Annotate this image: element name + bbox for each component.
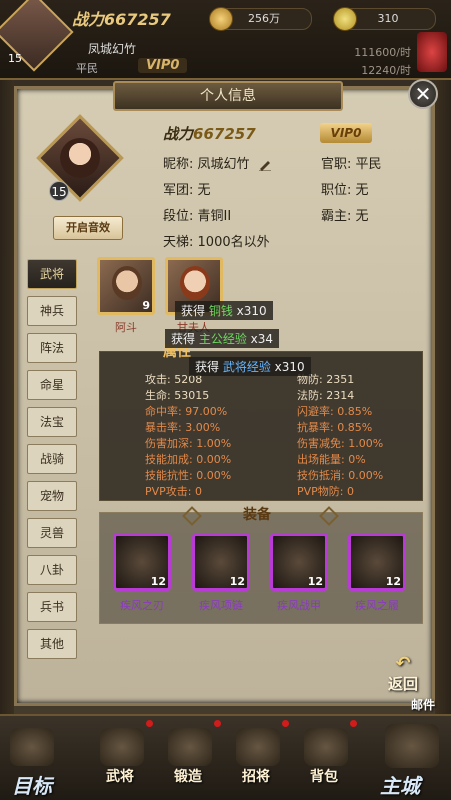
coin-icon: [209, 7, 233, 31]
office-row: 官职: 平民: [321, 157, 382, 172]
close-button[interactable]: ✕: [408, 79, 438, 109]
return-arrow-icon: ↶: [395, 653, 411, 674]
backpack-icon: [304, 728, 348, 766]
notification-dot: [214, 720, 221, 727]
nav-forge[interactable]: 锻造: [174, 766, 202, 786]
forge-icon: [168, 728, 212, 766]
hero-nav-icon: [100, 728, 144, 766]
attr-hit: 命中率: 97.00%: [145, 405, 228, 418]
attr-skill-resist: 技能抗性: 0.00%: [145, 469, 232, 482]
equip-name: 疾风之履: [355, 599, 399, 612]
nav-main-city[interactable]: 主城: [380, 770, 420, 799]
equip-slot-blade[interactable]: 12: [113, 533, 171, 591]
city-icon: [385, 724, 439, 768]
nav-recruit[interactable]: 招将: [242, 766, 270, 786]
attr-dmg-boost: 伤害加深: 1.00%: [145, 437, 232, 450]
edit-pencil-icon[interactable]: [258, 159, 272, 171]
position-row: 职位: 无: [321, 183, 369, 198]
ladder-row: 天梯: 1000名以外: [163, 235, 270, 250]
category-tabs: 武将 神兵 阵法 命星 法宝 战骑 宠物 灵兽 八卦 兵书 其他: [27, 259, 79, 666]
gold-resource[interactable]: 310: [333, 7, 436, 31]
player-level: 15: [8, 52, 22, 65]
equip-slot-armor[interactable]: 12: [270, 533, 328, 591]
tab-mount[interactable]: 战骑: [27, 444, 77, 474]
portrait-level: 15: [49, 181, 69, 201]
attr-entry-energy: 出场能量: 0%: [297, 453, 366, 466]
tab-other[interactable]: 其他: [27, 629, 77, 659]
right-border-deco: [435, 80, 451, 720]
bottom-nav: 目标 武将 锻造 招将 背包 主城: [0, 714, 451, 800]
hero-card[interactable]: 9: [97, 257, 155, 315]
nav-heroes[interactable]: 武将: [106, 766, 134, 786]
hero-face: [112, 266, 142, 300]
copper-resource[interactable]: 256万: [209, 7, 312, 31]
equip-slot-boots[interactable]: 12: [348, 533, 406, 591]
hud-vip[interactable]: VIP0: [138, 58, 188, 73]
hud-rank: 平民: [76, 62, 98, 75]
tab-formation[interactable]: 阵法: [27, 333, 77, 363]
sound-toggle-button[interactable]: 开启音效: [53, 216, 123, 240]
power-display: 战力667257: [163, 125, 256, 143]
tab-bagua[interactable]: 八卦: [27, 555, 77, 585]
equip-name: 疾风战甲: [277, 599, 321, 612]
hero-count: 9: [142, 299, 150, 312]
attr-life: 生命: 53015: [145, 389, 210, 402]
hud-power: 战力667257: [72, 10, 171, 29]
portrait-face: [60, 138, 100, 178]
tab-treasure[interactable]: 法宝: [27, 407, 77, 437]
tab-pet[interactable]: 宠物: [27, 481, 77, 511]
personal-info-panel: 个人信息 ✕ 15 开启音效 战力667257 VIP0 昵称: 凤城幻竹 军团…: [14, 79, 438, 706]
attr-skill-negate: 技伤抵消: 0.00%: [297, 469, 384, 482]
attr-mag-def: 法防: 2314: [297, 389, 355, 402]
attr-crit: 暴击率: 3.00%: [145, 421, 221, 434]
attr-skill-boost: 技能加成: 0.00%: [145, 453, 232, 466]
top-hud: 15 战力667257 凤城幻竹 平民 VIP0 256万 310 111600…: [0, 0, 451, 80]
attr-anti-crit: 抗暴率: 0.85%: [297, 421, 373, 434]
hero-face: [180, 266, 210, 300]
tier-row: 段位: 青铜II: [163, 209, 232, 224]
reward-toast: 获得 武将经验 x310: [189, 357, 311, 376]
nickname-row: 昵称: 凤城幻竹: [163, 153, 272, 172]
attr-pvp-mdef: PVP物防: 0: [297, 485, 354, 498]
attr-pvp-attack: PVP攻击: 0: [145, 485, 202, 498]
notification-dot: [350, 720, 357, 727]
tab-destiny-star[interactable]: 命星: [27, 370, 77, 400]
equip-name: 疾风之刃: [120, 599, 164, 612]
attr-dodge: 闪避率: 0.85%: [297, 405, 373, 418]
other-rate: 12240/时: [361, 64, 411, 77]
copper-rate: 111600/时: [354, 46, 411, 59]
equip-slot-necklace[interactable]: 12: [192, 533, 250, 591]
panel-title: 个人信息: [113, 81, 343, 111]
hero-name: 阿斗: [115, 321, 137, 334]
target-icon: [10, 728, 54, 766]
attr-dmg-reduce: 伤害减免: 1.00%: [297, 437, 384, 450]
nav-backpack[interactable]: 背包: [310, 766, 338, 786]
vip-badge[interactable]: VIP0: [320, 123, 372, 143]
legion-row: 军团: 无: [163, 183, 211, 198]
hud-player-name: 凤城幻竹: [88, 42, 137, 56]
event-icon[interactable]: [417, 32, 447, 72]
left-border-deco: [0, 80, 14, 720]
notification-dot: [146, 720, 153, 727]
overlord-row: 霸主: 无: [321, 209, 369, 224]
recruit-icon: [236, 728, 280, 766]
nav-target[interactable]: 目标: [12, 770, 52, 799]
tab-spirit-beast[interactable]: 灵兽: [27, 518, 77, 548]
tab-heroes[interactable]: 武将: [27, 259, 77, 289]
notification-dot: [282, 720, 289, 727]
equipment-title: 装备: [243, 507, 271, 523]
tab-divine-weapon[interactable]: 神兵: [27, 296, 77, 326]
reward-toast: 获得 铜钱 x310: [175, 301, 273, 320]
equip-name: 疾风项链: [199, 599, 243, 612]
tab-military-book[interactable]: 兵书: [27, 592, 77, 622]
reward-toast: 获得 主公经验 x34: [165, 329, 280, 348]
gold-ingot-icon: [333, 7, 357, 31]
mail-button[interactable]: 邮件: [411, 696, 435, 713]
return-button[interactable]: ↶ 返回: [379, 655, 427, 695]
